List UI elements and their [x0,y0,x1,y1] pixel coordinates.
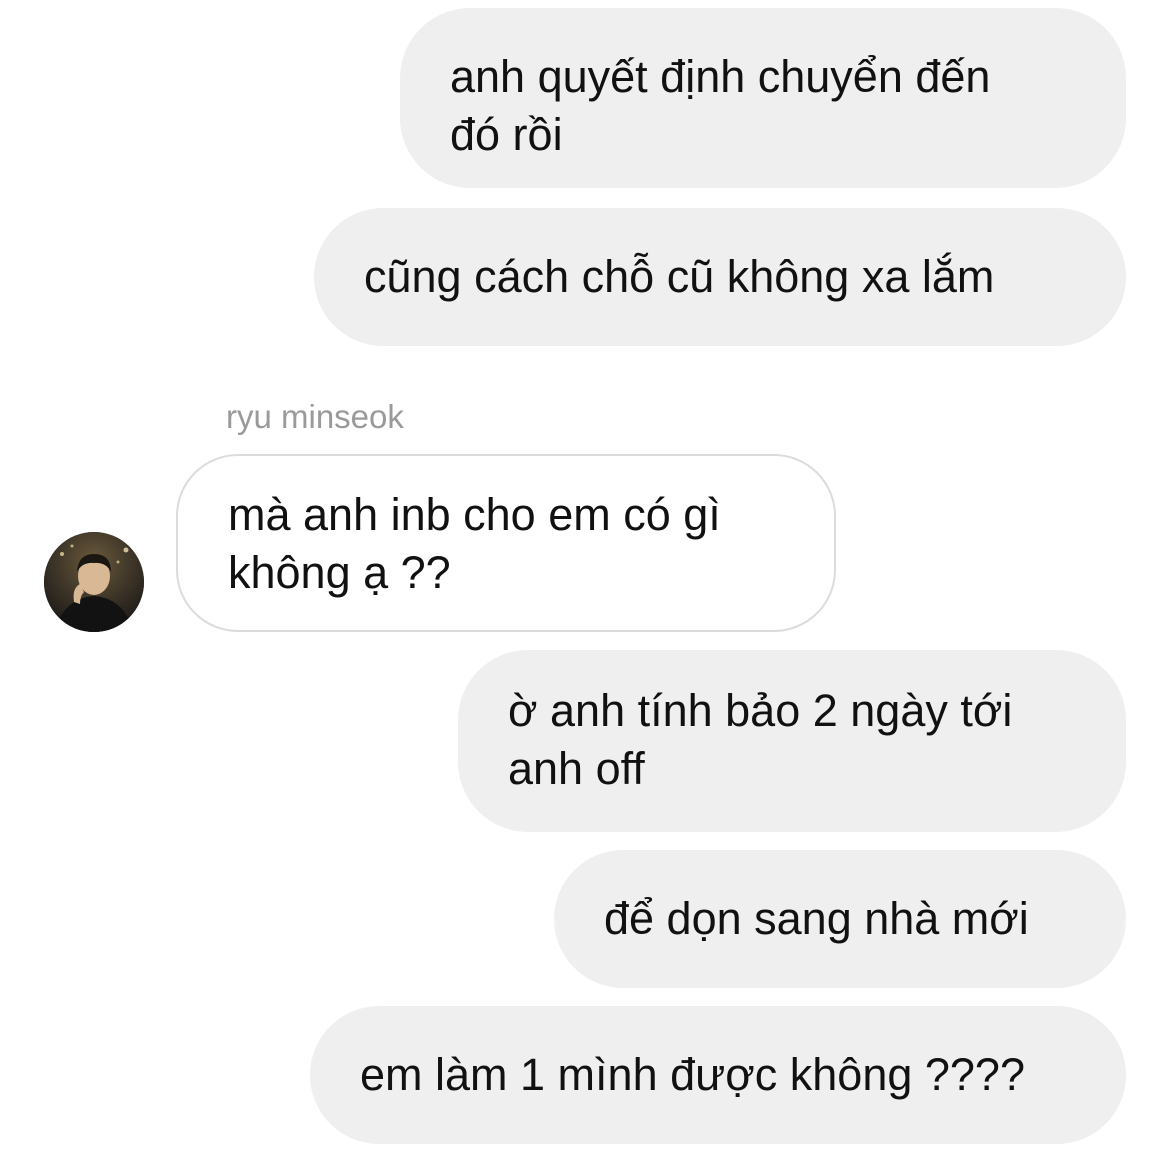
incoming-message-bubble[interactable]: mà anh inb cho em có gì không ạ ?? [176,454,836,632]
sender-name: ryu minseok [226,398,404,435]
avatar[interactable] [44,532,144,632]
outgoing-message-bubble[interactable]: ờ anh tính bảo 2 ngày tới anh off [458,650,1126,832]
outgoing-message-bubble[interactable]: em làm 1 mình được không ???? [310,1006,1126,1144]
user-avatar-photo-icon [44,532,144,632]
outgoing-message-bubble[interactable]: anh quyết định chuyển đến đó rồi [400,8,1126,188]
outgoing-message-bubble[interactable]: cũng cách chỗ cũ không xa lắm [314,208,1126,346]
outgoing-message-bubble[interactable]: để dọn sang nhà mới [554,850,1126,988]
